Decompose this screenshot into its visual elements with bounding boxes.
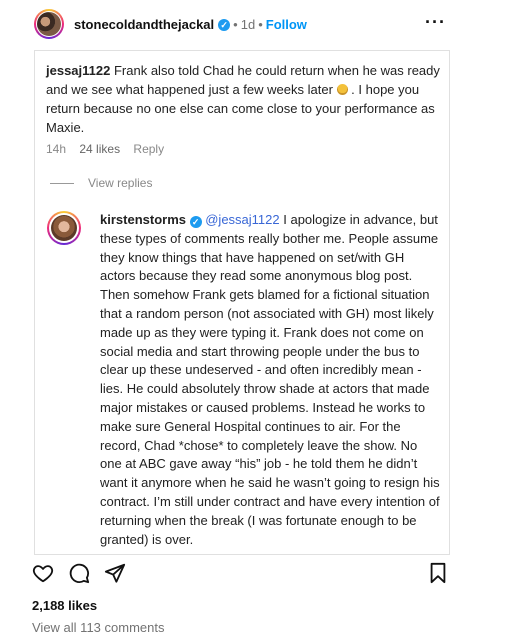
separator: •: [258, 17, 263, 32]
post-username[interactable]: stonecoldandthejackal: [74, 17, 214, 32]
comment-screenshot: jessaj1122 Frank also told Chad he could…: [34, 50, 450, 555]
post-header: stonecoldandthejackal ✓ • 1d • Follow ··…: [0, 0, 530, 50]
comment-1: jessaj1122 Frank also told Chad he could…: [46, 61, 441, 137]
view-replies-label[interactable]: View replies: [88, 176, 152, 190]
more-options-icon[interactable]: ···: [425, 12, 446, 33]
comment-icon[interactable]: [68, 562, 90, 584]
comment-2-username[interactable]: kirstenstorms: [100, 212, 186, 227]
bookmark-icon[interactable]: [428, 562, 448, 584]
avatar[interactable]: [34, 9, 64, 39]
comment-2: kirstenstorms ✓ @jessaj1122 I apologize …: [100, 211, 440, 549]
reply-button[interactable]: Reply: [133, 142, 164, 156]
comment-1-username[interactable]: jessaj1122: [46, 63, 110, 78]
comment-1-time: 14h: [46, 142, 67, 156]
share-icon[interactable]: [104, 562, 126, 584]
comment-1-meta: 14h 24 likes Reply: [46, 142, 174, 156]
view-all-comments-link[interactable]: View all 113 comments: [32, 620, 164, 635]
view-replies-button[interactable]: View replies: [50, 176, 152, 190]
post-time: 1d: [240, 17, 256, 32]
post-actions: [32, 562, 452, 588]
verified-icon: ✓: [189, 216, 202, 228]
face-icon: [336, 84, 348, 95]
separator: •: [233, 17, 238, 32]
post-likes[interactable]: 2,188 likes: [32, 598, 97, 613]
comment-1-likes[interactable]: 24 likes: [79, 142, 120, 156]
avatar[interactable]: [47, 211, 81, 245]
mention-link[interactable]: @jessaj1122: [205, 212, 279, 227]
verified-icon: ✓: [218, 18, 231, 31]
follow-button[interactable]: Follow: [266, 17, 307, 32]
divider: [50, 182, 74, 184]
comment-2-text: I apologize in advance, but these types …: [100, 212, 440, 547]
heart-icon[interactable]: [32, 562, 54, 584]
